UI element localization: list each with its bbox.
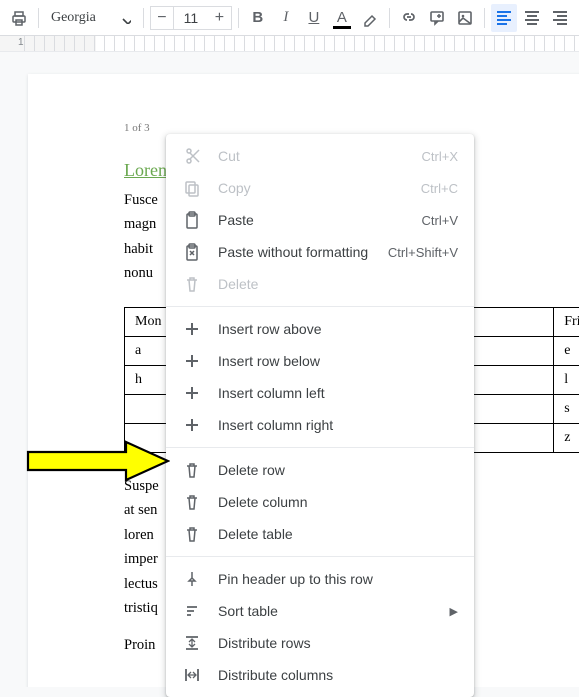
align-right-button[interactable]	[547, 4, 573, 32]
menu-item-shortcut: Ctrl+Shift+V	[388, 245, 458, 260]
font-size-stepper: − +	[150, 6, 232, 30]
dist-h-icon	[182, 665, 202, 685]
decrease-font-button[interactable]: −	[150, 6, 174, 30]
font-size-input[interactable]	[174, 6, 208, 30]
menu-item-label: Sort table	[218, 603, 434, 619]
menu-item-del-col[interactable]: Delete column	[166, 486, 474, 518]
copy-icon	[182, 178, 202, 198]
menu-item-label: Delete column	[218, 494, 458, 510]
menu-item-dist-cols[interactable]: Distribute columns	[166, 659, 474, 691]
context-menu-separator	[166, 556, 474, 557]
pin-icon	[182, 569, 202, 589]
scissors-icon	[182, 146, 202, 166]
separator	[389, 8, 390, 28]
trash-icon	[182, 460, 202, 480]
align-left-button[interactable]	[491, 4, 517, 32]
print-button[interactable]	[6, 4, 32, 32]
heading-link[interactable]: Loren	[124, 160, 167, 180]
context-menu: Cut Ctrl+X Copy Ctrl+C Paste Ctrl+V Paste with…	[166, 134, 474, 697]
separator	[238, 8, 239, 28]
menu-item-pin-header[interactable]: Pin header up to this row	[166, 563, 474, 595]
menu-item-ins-row-below[interactable]: Insert row below	[166, 345, 474, 377]
menu-item-label: Paste	[218, 212, 406, 228]
plus-icon	[182, 415, 202, 435]
plus-icon	[182, 383, 202, 403]
insert-link-button[interactable]	[396, 4, 422, 32]
separator	[143, 8, 144, 28]
menu-item-label: Delete row	[218, 462, 458, 478]
menu-item-label: Paste without formatting	[218, 244, 372, 260]
menu-item-dist-rows[interactable]: Distribute rows	[166, 627, 474, 659]
plus-icon	[182, 351, 202, 371]
highlight-button[interactable]	[357, 4, 383, 32]
menu-item-paste[interactable]: Paste Ctrl+V	[166, 204, 474, 236]
menu-item-ins-col-left[interactable]: Insert column left	[166, 377, 474, 409]
bold-button[interactable]: B	[245, 4, 271, 32]
insert-image-button[interactable]	[452, 4, 478, 32]
trash-icon	[182, 274, 202, 294]
menu-item-label: Cut	[218, 148, 406, 164]
menu-item-ins-col-right[interactable]: Insert column right	[166, 409, 474, 441]
menu-item-label: Copy	[218, 180, 405, 196]
font-family-select[interactable]: Georgia	[45, 4, 137, 32]
chevron-right-icon: ▶	[450, 605, 458, 618]
menu-item-label: Delete	[218, 276, 458, 292]
toolbar: Georgia − + B I U A	[0, 0, 579, 36]
trash-icon	[182, 524, 202, 544]
menu-item-paste-nofmt[interactable]: Paste without formatting Ctrl+Shift+V	[166, 236, 474, 268]
menu-item-label: Pin header up to this row	[218, 571, 458, 587]
context-menu-separator	[166, 447, 474, 448]
menu-item-label: Delete table	[218, 526, 458, 542]
page-indicator: 1 of 3	[124, 122, 579, 134]
menu-item-cut: Cut Ctrl+X	[166, 140, 474, 172]
menu-item-del-table[interactable]: Delete table	[166, 518, 474, 550]
italic-button[interactable]: I	[273, 4, 299, 32]
plus-icon	[182, 319, 202, 339]
increase-font-button[interactable]: +	[208, 6, 232, 30]
trash-icon	[182, 492, 202, 512]
context-menu-separator	[166, 306, 474, 307]
menu-item-ins-row-above[interactable]: Insert row above	[166, 313, 474, 345]
menu-item-sort-table[interactable]: Sort table ▶	[166, 595, 474, 627]
ruler-tick: 1	[18, 37, 24, 48]
menu-item-label: Insert column left	[218, 385, 458, 401]
clipboard-x-icon	[182, 242, 202, 262]
menu-item-shortcut: Ctrl+C	[421, 181, 458, 196]
menu-item-label: Insert row below	[218, 353, 458, 369]
menu-item-shortcut: Ctrl+X	[422, 149, 458, 164]
menu-item-copy: Copy Ctrl+C	[166, 172, 474, 204]
add-comment-button[interactable]	[424, 4, 450, 32]
separator	[484, 8, 485, 28]
separator	[38, 8, 39, 28]
menu-item-label: Distribute columns	[218, 667, 458, 683]
sort-icon	[182, 601, 202, 621]
menu-item-shortcut: Ctrl+V	[422, 213, 458, 228]
dist-v-icon	[182, 633, 202, 653]
ruler[interactable]: 1	[0, 36, 579, 52]
menu-item-delete: Delete	[166, 268, 474, 300]
menu-item-label: Insert row above	[218, 321, 458, 337]
font-family-label: Georgia	[51, 10, 96, 26]
clipboard-icon	[182, 210, 202, 230]
menu-item-label: Insert column right	[218, 417, 458, 433]
align-center-button[interactable]	[519, 4, 545, 32]
menu-item-label: Distribute rows	[218, 635, 458, 651]
chevron-down-icon	[119, 12, 131, 24]
underline-button[interactable]: U	[301, 4, 327, 32]
menu-item-del-row[interactable]: Delete row	[166, 454, 474, 486]
text-color-button[interactable]: A	[329, 4, 355, 32]
